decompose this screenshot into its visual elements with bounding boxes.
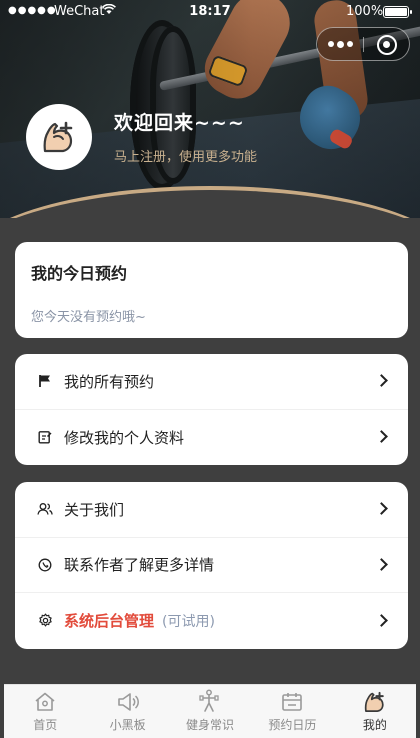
tab-label: 我的: [362, 718, 387, 732]
welcome-title[interactable]: 欢迎回来~~~: [114, 108, 245, 135]
tab-calendar[interactable]: 预约日历: [251, 685, 333, 738]
calendar-icon: [279, 689, 305, 715]
menu-item-label: 联系作者了解更多详情: [64, 556, 215, 575]
trial-note: (可试用): [162, 613, 215, 630]
capsule-divider: [363, 37, 364, 52]
menu-item-contact-author[interactable]: 联系作者了解更多详情: [15, 538, 408, 594]
menu-item-admin[interactable]: 系统后台管理 (可试用): [15, 593, 408, 649]
chevron-right-icon: [375, 502, 388, 516]
menu-item-about-us[interactable]: 关于我们: [15, 482, 408, 538]
megaphone-icon: [115, 689, 141, 715]
battery-icon: [383, 6, 412, 18]
status-bar: ●●●●● WeChat 18:17 100%: [0, 0, 420, 24]
chevron-right-icon: [375, 430, 388, 444]
chevron-right-icon: [375, 558, 388, 571]
circle-target-icon[interactable]: [377, 35, 397, 55]
contact-icon: [37, 557, 53, 573]
menu-item-label: 关于我们: [64, 500, 125, 519]
chevron-right-icon: [375, 614, 388, 627]
today-appointment-title: 我的今日预约: [31, 264, 128, 283]
menu-item-label: 系统后台管理: [64, 612, 155, 631]
tab-label: 小黑板: [109, 718, 146, 732]
muscle-plus-icon: [362, 689, 388, 715]
menu-group-more: 关于我们 联系作者了解更多详情 系统后台管理 (可试用): [15, 482, 408, 649]
register-prompt[interactable]: 马上注册，使用更多功能: [114, 146, 257, 165]
menu-item-all-appointments[interactable]: 我的所有预约: [15, 354, 408, 410]
tab-bar: 首页 小黑板 健身常识 预约日历 我的: [4, 684, 416, 738]
tab-label: 首页: [33, 718, 58, 732]
users-icon: [37, 501, 53, 517]
menu-item-label: 修改我的个人资料: [64, 428, 185, 447]
tab-blackboard[interactable]: 小黑板: [86, 685, 168, 738]
battery-percent: 100%: [346, 4, 384, 19]
menu-item-edit-profile[interactable]: 修改我的个人资料: [15, 410, 408, 466]
flag-icon: [37, 373, 53, 389]
miniprogram-capsule: [316, 27, 410, 61]
home-icon: [32, 689, 58, 715]
more-dots-icon[interactable]: [317, 28, 363, 60]
today-appointment-empty: 您今天没有预约哦~: [31, 310, 146, 325]
tab-label: 健身常识: [186, 718, 235, 732]
muscle-plus-icon: [43, 121, 73, 153]
tab-label: 预约日历: [268, 718, 317, 732]
avatar[interactable]: [26, 104, 92, 170]
edit-icon: [37, 429, 53, 445]
tab-fitness-tips[interactable]: 健身常识: [169, 685, 251, 738]
tab-mine[interactable]: 我的: [334, 685, 416, 738]
today-appointment-card: 我的今日预约 您今天没有预约哦~: [15, 242, 408, 338]
chevron-right-icon: [375, 374, 388, 388]
gear-icon: [37, 613, 53, 629]
menu-group-appointments: 我的所有预约 修改我的个人资料: [15, 354, 408, 465]
menu-item-label: 我的所有预约: [64, 372, 155, 391]
tab-home[interactable]: 首页: [4, 685, 86, 738]
fitness-icon: [197, 689, 223, 715]
